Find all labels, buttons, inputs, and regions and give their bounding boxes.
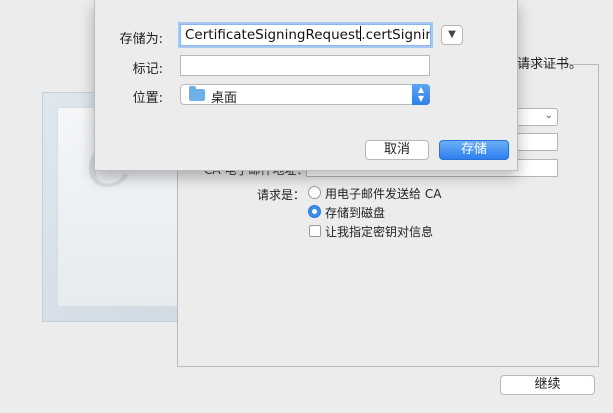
save-as-input[interactable]: CertificateSigningRequest.certSigningRe xyxy=(180,24,431,46)
description-text: 请求证书。 xyxy=(517,57,583,72)
tags-label: 标记: xyxy=(132,62,163,77)
radio-save-disk-label: 存储到磁盘 xyxy=(325,206,386,220)
save-as-extension: .certSigningRe xyxy=(361,27,430,43)
where-select[interactable]: 桌面 ▲ ▼ xyxy=(180,84,430,106)
radio-email-ca-label: 用电子邮件发送给 CA xyxy=(325,187,442,201)
continue-button[interactable]: 继续 xyxy=(500,375,595,395)
where-label: 位置: xyxy=(132,91,163,106)
stepper-icon: ▲ ▼ xyxy=(412,84,430,105)
keypair-checkbox-label: 让我指定密钥对信息 xyxy=(325,225,434,239)
save-button[interactable]: 存储 xyxy=(439,140,509,160)
save-sheet: 存储为: CertificateSigningRequest.certSigni… xyxy=(94,0,518,171)
cancel-button[interactable]: 取消 xyxy=(365,140,429,160)
chevron-down-icon: ▼ xyxy=(448,29,456,40)
tags-input[interactable] xyxy=(180,55,430,76)
request-label: 请求是： xyxy=(257,188,306,202)
chevron-down-icon: ⌄ xyxy=(544,110,553,121)
where-value: 桌面 xyxy=(211,91,238,106)
save-as-value: CertificateSigningRequest xyxy=(185,27,361,43)
keypair-checkbox[interactable] xyxy=(309,225,321,237)
radio-save-disk[interactable] xyxy=(308,205,321,218)
expand-button[interactable]: ▼ xyxy=(441,25,463,45)
folder-icon xyxy=(189,86,205,101)
radio-email-ca[interactable] xyxy=(308,186,321,199)
save-as-label: 存储为: xyxy=(119,32,163,47)
